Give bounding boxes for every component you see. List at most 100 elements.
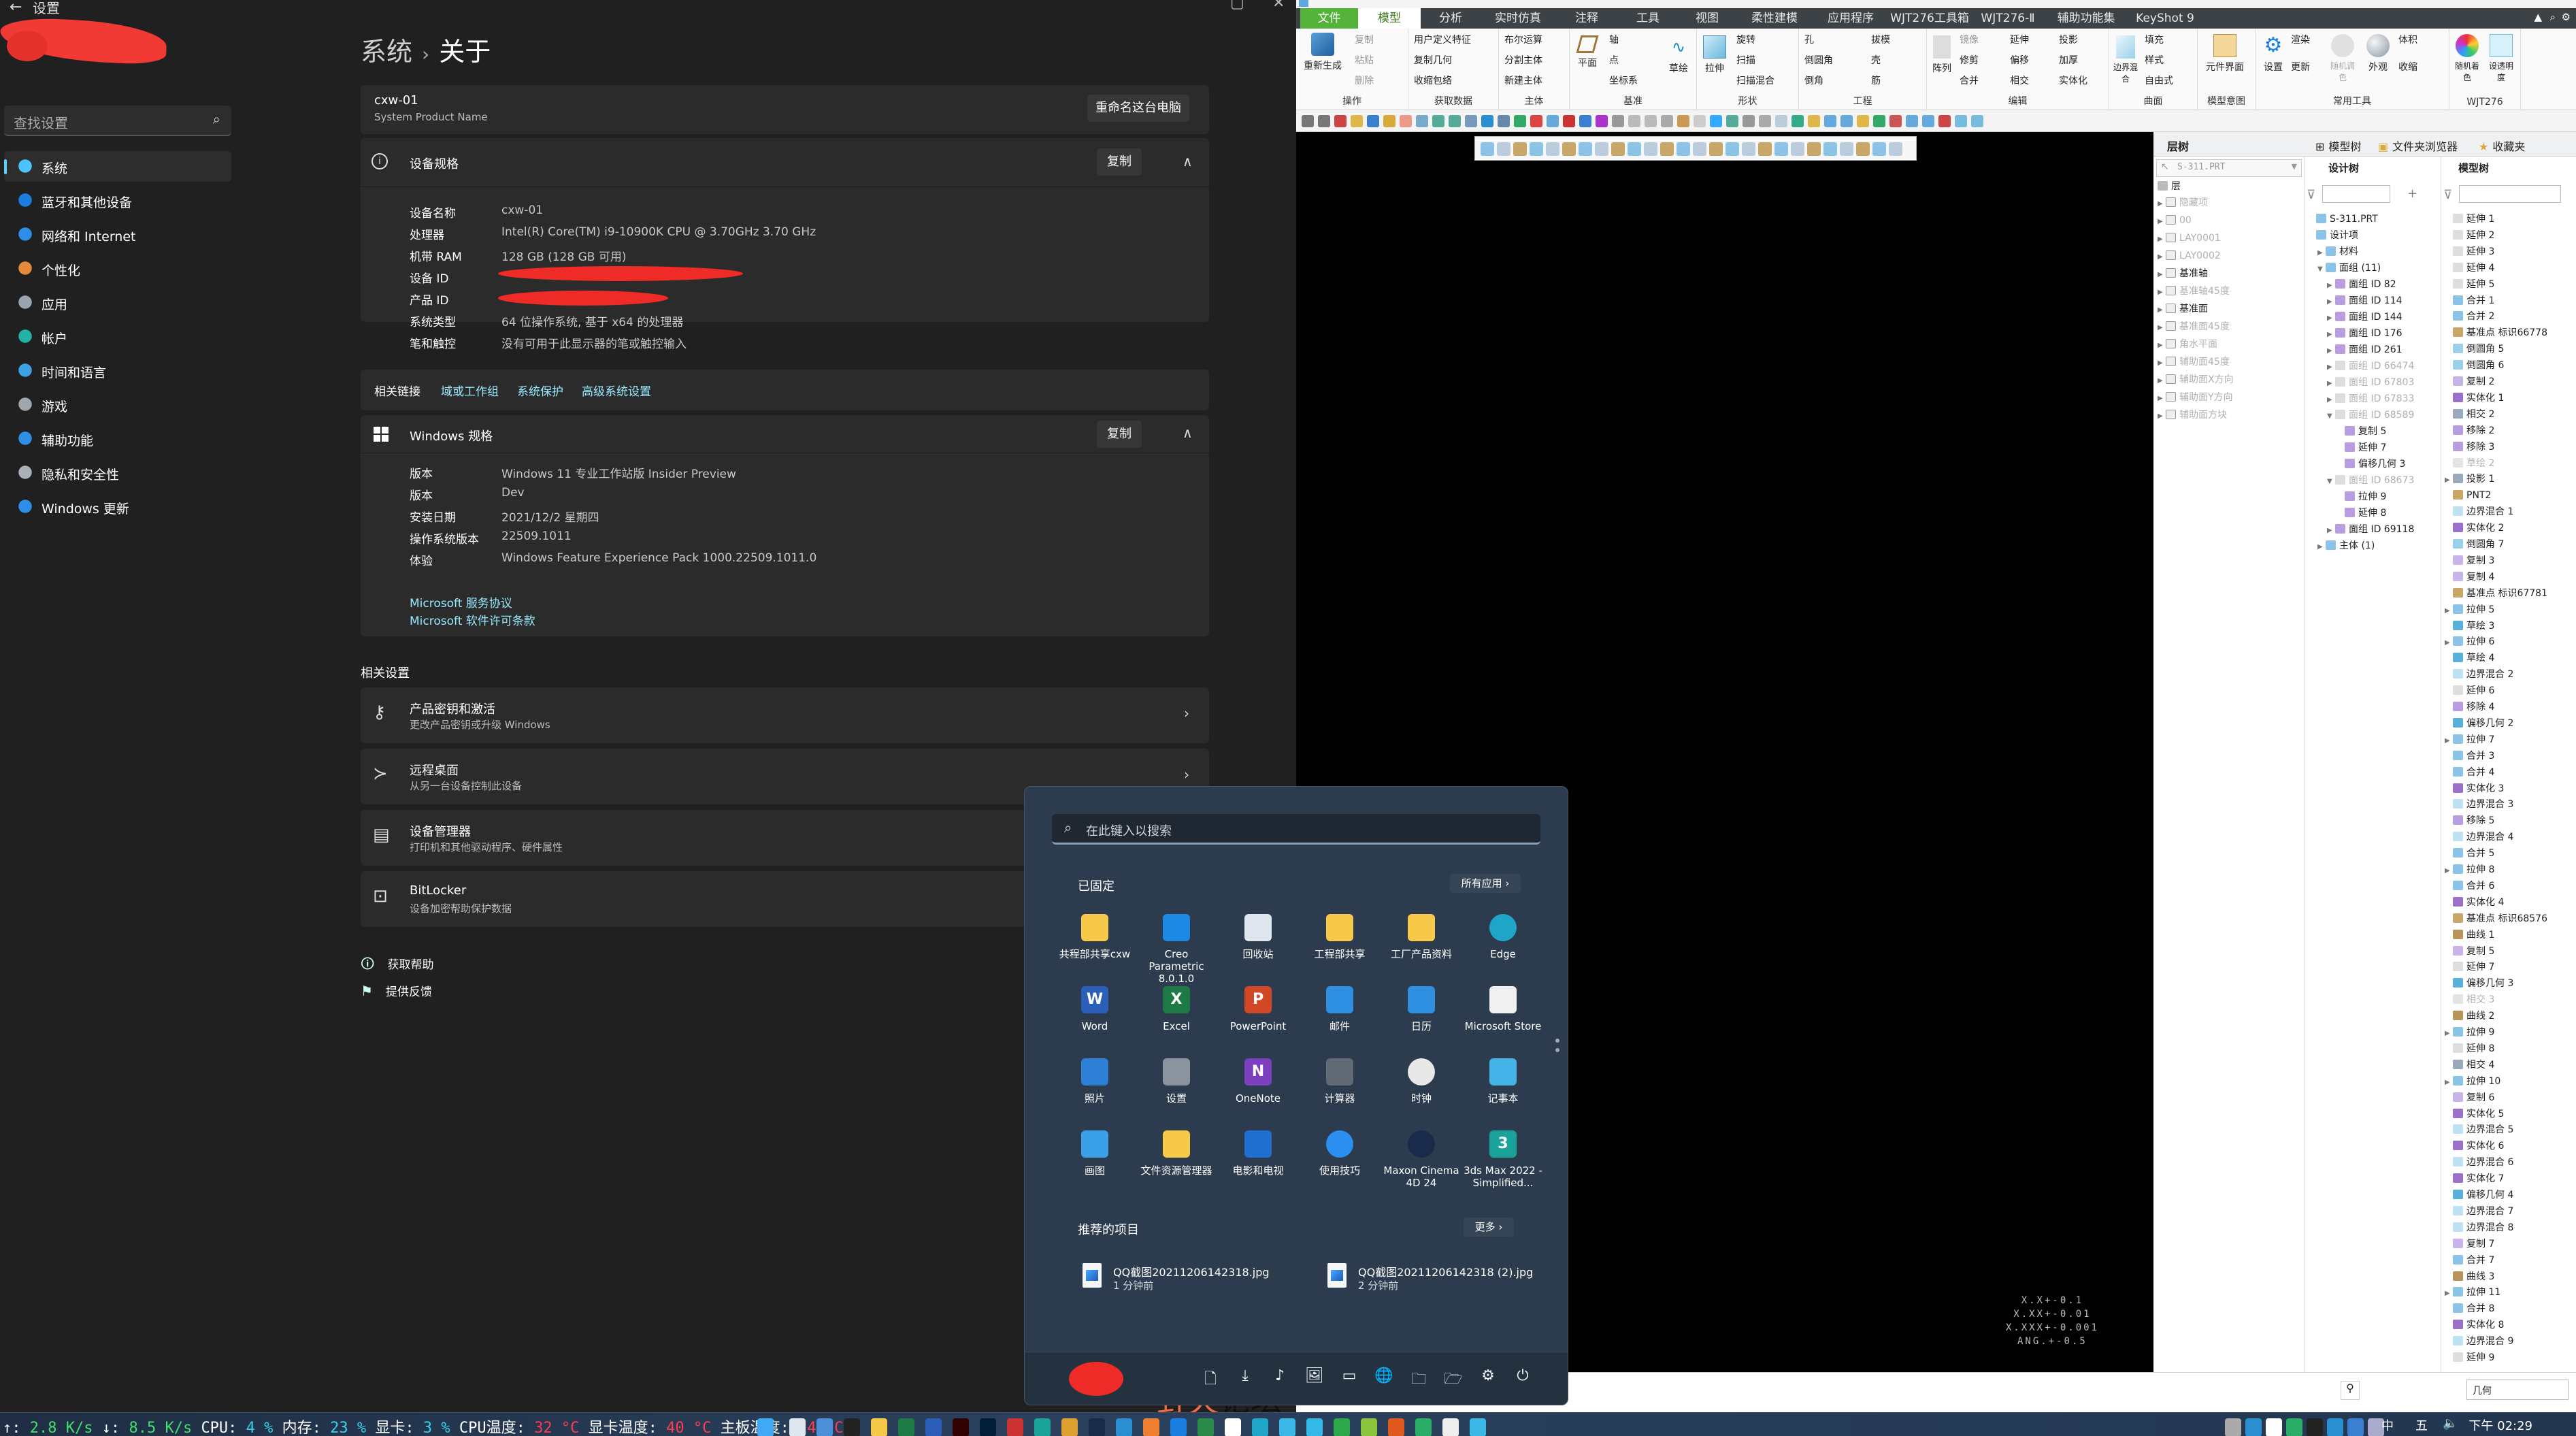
file-explorer-icon[interactable] — [871, 1418, 887, 1436]
model-tree-row[interactable]: 边界混合 9 — [2445, 1333, 2513, 1350]
revolve-button[interactable]: 旋转 — [1736, 33, 1755, 46]
design-tree-row[interactable]: ▶ 面组 ID 69118 — [2327, 521, 2414, 538]
tab-favorites[interactable]: ★ 收藏夹 — [2479, 137, 2525, 154]
pinned-app[interactable]: 画图 — [1054, 1130, 1136, 1177]
model-tree-filter-input[interactable] — [2459, 185, 2561, 203]
model-select[interactable]: ↖ S-311.PRT ▼ — [2156, 159, 2302, 177]
sidebar-item[interactable]: 应用 — [4, 287, 231, 318]
model-tree-row[interactable]: 合并 2 — [2445, 308, 2494, 325]
model-tree-row[interactable]: 延伸 7 — [2445, 959, 2494, 975]
sidebar-item[interactable]: 时间和语言 — [4, 355, 231, 386]
selection-filter-dropdown[interactable]: 几何 — [2466, 1380, 2569, 1400]
close-icon[interactable]: ✕ — [1272, 0, 1285, 12]
link-system-protection[interactable]: 系统保护 — [517, 382, 563, 399]
qq-icon[interactable] — [2307, 1418, 2323, 1436]
photoshop-icon[interactable] — [980, 1418, 996, 1436]
link-ms-license-terms[interactable]: Microsoft 软件许可条款 — [410, 611, 535, 628]
pinned-app[interactable]: 工厂产品资料 — [1381, 914, 1462, 960]
network-icon[interactable]: 🌐 — [1374, 1367, 1394, 1384]
quick-toolbar-icon[interactable] — [1498, 115, 1510, 127]
more-button[interactable]: 更多 › — [1464, 1218, 1514, 1237]
model-tree-row[interactable]: 倒圆角 6 — [2445, 357, 2504, 374]
appearance-icon[interactable] — [1774, 142, 1788, 156]
pinned-app[interactable]: 3 3ds Max 2022 - Simplified... — [1462, 1130, 1544, 1189]
model-tree-row[interactable]: 倒圆角 7 — [2445, 536, 2504, 553]
model-tree-row[interactable]: 倒圆角 5 — [2445, 341, 2504, 357]
csys-button[interactable]: 坐标系 — [1609, 74, 1638, 87]
model-tree-row[interactable]: 移除 2 — [2445, 423, 2494, 439]
design-tree-row[interactable]: ▶ 面组 ID 114 — [2327, 293, 2402, 309]
expand-icon[interactable]: ▶ — [2158, 408, 2166, 425]
layer-row[interactable]: ▶ LAY0002 — [2158, 248, 2221, 264]
edge-icon[interactable] — [1252, 1418, 1268, 1436]
extrude-button[interactable]: 拉伸 — [1700, 35, 1730, 75]
fill-button[interactable]: 填充 — [2145, 33, 2164, 46]
named-view-icon[interactable] — [1840, 142, 1853, 156]
copy-windows-specs-button[interactable]: 复制 — [1097, 421, 1142, 448]
quick-toolbar-icon[interactable] — [1318, 115, 1330, 127]
design-tree-row[interactable]: 拉伸 9 — [2336, 489, 2386, 505]
autocad-icon[interactable] — [1007, 1418, 1023, 1436]
group-label[interactable]: 模型意图 — [2198, 94, 2255, 108]
model-tree-row[interactable]: 复制 4 — [2445, 569, 2494, 585]
section-icon[interactable] — [1791, 142, 1804, 156]
pinned-app[interactable]: 计算器 — [1299, 1058, 1381, 1105]
quick-toolbar-icon[interactable] — [1938, 115, 1951, 127]
extend-button[interactable]: 延伸 — [2010, 33, 2029, 46]
model-tree-row[interactable]: 草绘 3 — [2445, 618, 2494, 634]
expand-icon[interactable]: ▶ — [2327, 294, 2335, 310]
help-icon[interactable]: ⚙ — [2562, 11, 2571, 23]
quick-toolbar-icon[interactable] — [1922, 115, 1934, 127]
quick-toolbar-icon[interactable] — [1743, 115, 1755, 127]
group-label[interactable]: 工程 — [1799, 94, 1926, 108]
copy-geometry-button[interactable]: 复制几何 — [1414, 53, 1452, 67]
model-tree-row[interactable]: 延伸 5 — [2445, 276, 2494, 293]
model-tree-row[interactable]: 合并 5 — [2445, 845, 2494, 862]
axis-button[interactable]: 轴 — [1609, 33, 1619, 46]
expand-icon[interactable]: ▶ — [2445, 863, 2453, 879]
group-label[interactable]: 形状 — [1697, 94, 1798, 108]
round-button[interactable]: 倒圆角 — [1804, 53, 1833, 67]
quick-toolbar-icon[interactable] — [1873, 115, 1885, 127]
quick-toolbar-icon[interactable] — [1432, 115, 1444, 127]
model-tree-row[interactable]: 移除 5 — [2445, 813, 2494, 829]
thicken-button[interactable]: 加厚 — [2059, 53, 2078, 67]
model-tree-row[interactable]: 基准点 标识68576 — [2445, 911, 2547, 927]
model-tree-row[interactable]: 偏移几何 2 — [2445, 715, 2513, 732]
pinned-app[interactable]: 日历 — [1381, 986, 1462, 1032]
set-transparency-button[interactable]: 设透明度 — [2488, 34, 2515, 83]
quick-toolbar-icon[interactable] — [1775, 115, 1787, 127]
quick-toolbar-icon[interactable] — [1579, 115, 1591, 127]
model-tree-row[interactable]: 实体化 3 — [2445, 781, 2504, 797]
design-tree-row[interactable]: 复制 5 — [2336, 423, 2386, 440]
excel-icon[interactable] — [898, 1418, 914, 1436]
model-tree-row[interactable]: ▶ 拉伸 9 — [2445, 1024, 2494, 1041]
rename-pc-button[interactable]: 重命名这台电脑 — [1087, 95, 1189, 122]
settings-icon[interactable]: ⚙ — [1478, 1367, 1498, 1384]
expand-icon[interactable]: ▶ — [2158, 267, 2166, 283]
give-feedback-link[interactable]: ⚑ 提供反馈 — [361, 982, 432, 999]
chevron-up-icon[interactable]: ∧ — [1183, 425, 1193, 441]
pinned-app[interactable]: 共程部共享cxw — [1054, 914, 1136, 960]
cinema4d-icon[interactable] — [1089, 1418, 1105, 1436]
filter-icon[interactable]: ⊽ — [2443, 188, 2452, 202]
group-label[interactable]: 曲面 — [2109, 94, 2197, 108]
style-button[interactable]: 样式 — [2145, 53, 2164, 67]
pinned-app[interactable]: 文件资源管理器 — [1136, 1130, 1217, 1177]
settings-button[interactable]: ⚙ 设置 — [2260, 34, 2287, 74]
expand-icon[interactable]: ▶ — [2327, 278, 2335, 294]
model-tree-row[interactable]: 偏移几何 4 — [2445, 1187, 2513, 1203]
random-color-button[interactable]: 随机调色 — [2329, 34, 2356, 83]
model-tree-row[interactable]: 实体化 6 — [2445, 1138, 2504, 1154]
paste-button[interactable]: 粘贴 — [1355, 53, 1374, 67]
volume-button[interactable]: 体积 — [2398, 33, 2417, 46]
pictures-icon[interactable]: 🖼 — [1304, 1367, 1325, 1384]
creo-icon[interactable] — [1116, 1418, 1132, 1436]
music-icon[interactable]: ♪ — [1270, 1367, 1290, 1384]
quick-toolbar-icon[interactable] — [1808, 115, 1820, 127]
model-tree-row[interactable]: 相交 3 — [2445, 992, 2494, 1008]
model-tree-row[interactable]: 延伸 2 — [2445, 227, 2494, 244]
model-tree-row[interactable]: 移除 3 — [2445, 439, 2494, 455]
quick-toolbar-icon[interactable] — [1694, 115, 1706, 127]
model-tree-row[interactable]: 曲线 2 — [2445, 1008, 2494, 1024]
